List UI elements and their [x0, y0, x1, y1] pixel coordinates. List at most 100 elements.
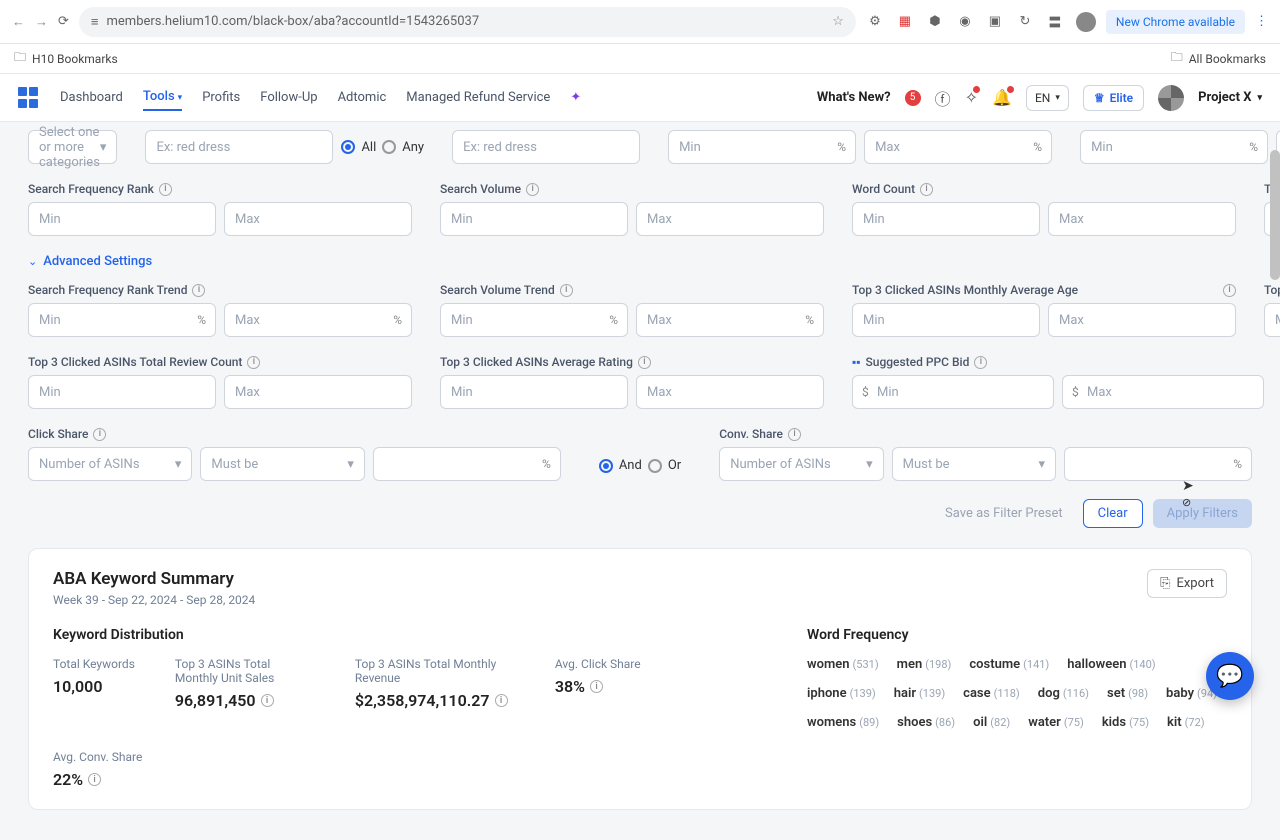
word-freq-item[interactable]: shoes(86)	[897, 715, 955, 730]
word-freq-item[interactable]: kids(75)	[1102, 715, 1149, 730]
ext-icon[interactable]: ◉	[956, 13, 974, 31]
forward-icon[interactable]: →	[35, 14, 48, 30]
nav-profits[interactable]: Profits	[202, 85, 240, 110]
conv-value[interactable]	[1064, 447, 1252, 481]
conv-asins-select[interactable]: Number of ASINs▾	[719, 447, 883, 481]
word-freq-item[interactable]: kit(72)	[1167, 715, 1205, 730]
info-icon[interactable]: i	[638, 356, 651, 369]
all-bookmarks[interactable]: 🗀 All Bookmarks	[1171, 48, 1266, 69]
conv-mustbe-select[interactable]: Must be▾	[892, 447, 1056, 481]
clear-button[interactable]: Clear	[1083, 499, 1143, 528]
info-icon[interactable]: i	[788, 428, 801, 441]
svt-max[interactable]	[636, 303, 824, 337]
info-icon[interactable]: i	[192, 284, 205, 297]
wc-max[interactable]	[1048, 202, 1236, 236]
info-icon[interactable]: i	[159, 183, 172, 196]
min-input[interactable]	[668, 130, 856, 164]
app-logo[interactable]	[18, 87, 40, 109]
min-input[interactable]	[1080, 130, 1268, 164]
project-select[interactable]: Project X▾	[1198, 90, 1262, 105]
info-icon[interactable]: i	[247, 356, 260, 369]
nav-tools[interactable]: Tools▾	[143, 84, 182, 111]
export-button[interactable]: ⎘Export	[1147, 569, 1227, 598]
word-freq-item[interactable]: costume(141)	[969, 657, 1049, 672]
info-icon[interactable]: i	[93, 428, 106, 441]
sfrt-max[interactable]	[224, 303, 412, 337]
max-input[interactable]	[864, 130, 1052, 164]
language-select[interactable]: EN▾	[1026, 85, 1069, 111]
menu-icon[interactable]: ⋮	[1255, 14, 1268, 29]
ppc-min[interactable]	[852, 375, 1054, 409]
help-icon[interactable]: ⓕ	[935, 86, 951, 110]
word-freq-item[interactable]: water(75)	[1028, 715, 1084, 730]
t3sales-min[interactable]	[1264, 303, 1280, 337]
info-icon[interactable]: i	[974, 356, 987, 369]
chat-fab[interactable]: 💬	[1206, 652, 1254, 700]
whats-new[interactable]: What's New?	[817, 90, 891, 105]
ai-icon[interactable]: ✧	[965, 88, 978, 107]
chrome-update[interactable]: New Chrome available	[1106, 10, 1245, 34]
phrase-input[interactable]	[145, 130, 333, 164]
word-freq-item[interactable]: iphone(139)	[807, 686, 876, 701]
nav-refund[interactable]: Managed Refund Service	[406, 85, 550, 110]
save-preset-link[interactable]: Save as Filter Preset	[935, 499, 1073, 528]
radio-and[interactable]	[599, 459, 613, 473]
ext-icon[interactable]: ▦	[896, 13, 914, 31]
radio-all[interactable]	[341, 140, 355, 154]
sfrt-min[interactable]	[28, 303, 216, 337]
word-freq-item[interactable]: men(198)	[897, 657, 952, 672]
radio-or[interactable]	[648, 459, 662, 473]
profile-icon[interactable]	[1076, 12, 1096, 32]
word-freq-item[interactable]: oil(82)	[973, 715, 1010, 730]
info-icon[interactable]: i	[590, 680, 603, 693]
ext-icon[interactable]: ↻	[1016, 13, 1034, 31]
cs-mustbe-select[interactable]: Must be▾	[200, 447, 364, 481]
info-icon[interactable]: i	[88, 773, 101, 786]
ext-icon[interactable]: ⚙	[866, 13, 884, 31]
ext-icon[interactable]: ⬢	[926, 13, 944, 31]
ppc-max[interactable]	[1062, 375, 1264, 409]
t3ar-max[interactable]	[636, 375, 824, 409]
apply-filters-button[interactable]: Apply Filters	[1153, 499, 1252, 528]
t3age-max[interactable]	[1048, 303, 1236, 337]
info-icon[interactable]: i	[495, 694, 508, 707]
word-freq-item[interactable]: dog(116)	[1038, 686, 1089, 701]
info-icon[interactable]: i	[526, 183, 539, 196]
bookmark-star-icon[interactable]: ☆	[832, 14, 844, 29]
nav-followup[interactable]: Follow-Up	[260, 85, 317, 110]
url-bar[interactable]: ≡ members.helium10.com/black-box/aba?acc…	[79, 7, 856, 37]
info-icon[interactable]: i	[1223, 284, 1236, 297]
t3ar-min[interactable]	[440, 375, 628, 409]
bell-icon[interactable]: 🔔	[992, 88, 1012, 107]
sv-min[interactable]	[440, 202, 628, 236]
ext-icon[interactable]: ▣	[986, 13, 1004, 31]
wc-min[interactable]	[852, 202, 1040, 236]
scrollbar[interactable]	[1270, 150, 1280, 280]
bookmark-folder[interactable]: 🗀 H10 Bookmarks	[14, 48, 118, 69]
category-select[interactable]: Select one or more categories▾	[28, 130, 117, 164]
ext-icon[interactable]: 〓	[1046, 13, 1064, 31]
info-icon[interactable]: i	[920, 183, 933, 196]
reload-icon[interactable]: ⟳	[58, 14, 69, 29]
word-freq-item[interactable]: set(98)	[1107, 686, 1148, 701]
back-icon[interactable]: ←	[12, 14, 25, 30]
t3age-min[interactable]	[852, 303, 1040, 337]
word-freq-item[interactable]: womens(89)	[807, 715, 879, 730]
word-freq-item[interactable]: halloween(140)	[1067, 657, 1155, 672]
word-freq-item[interactable]: case(118)	[963, 686, 1020, 701]
word-freq-item[interactable]: hair(139)	[894, 686, 945, 701]
elite-badge[interactable]: ♕Elite	[1083, 85, 1144, 111]
sfr-max[interactable]	[224, 202, 412, 236]
phrase-input-2[interactable]	[452, 130, 640, 164]
sv-max[interactable]	[636, 202, 824, 236]
nav-dashboard[interactable]: Dashboard	[60, 85, 123, 110]
sfr-min[interactable]	[28, 202, 216, 236]
info-icon[interactable]: i	[261, 694, 274, 707]
radio-any[interactable]	[382, 140, 396, 154]
t3rc-min[interactable]	[28, 375, 216, 409]
svt-min[interactable]	[440, 303, 628, 337]
avatar[interactable]	[1158, 85, 1184, 111]
cs-value[interactable]	[373, 447, 561, 481]
info-icon[interactable]: i	[560, 284, 573, 297]
advanced-settings-toggle[interactable]: ⌄Advanced Settings	[28, 254, 1252, 269]
